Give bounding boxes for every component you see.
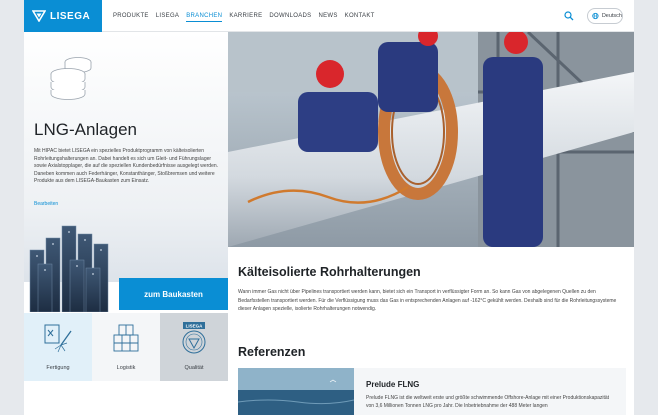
tile-label-qualitaet: Qualität: [184, 365, 204, 371]
tile-label-fertigung: Fertigung: [46, 365, 70, 371]
nav-item-lisega[interactable]: LISEGA: [156, 11, 179, 21]
language-selector[interactable]: Deutsch: [587, 8, 623, 24]
svg-text:LISEGA: LISEGA: [186, 324, 204, 329]
reference-image: [238, 368, 354, 415]
main-nav: PRODUKTE LISEGA BRANCHEN KARRIERE DOWNLO…: [113, 0, 375, 32]
baukasten-cubes-graphic: [29, 225, 109, 312]
search-icon[interactable]: [564, 11, 574, 21]
service-tiles: Fertigung Logistik LISEGA Qualität: [24, 313, 228, 381]
hero-image: [228, 32, 634, 247]
baukasten-button[interactable]: zum Baukasten: [119, 278, 228, 310]
page-title: LNG-Anlagen: [34, 120, 138, 139]
page: LISEGA PRODUKTE LISEGA BRANCHEN KARRIERE…: [24, 0, 634, 415]
pipe-installation-photo: [228, 32, 634, 247]
nav-item-karriere[interactable]: KARRIERE: [229, 11, 262, 21]
nav-item-news[interactable]: NEWS: [318, 11, 337, 21]
quality-seal-icon: LISEGA: [182, 322, 206, 354]
tile-logistik[interactable]: Logistik: [92, 313, 160, 381]
nav-item-kontakt[interactable]: KONTAKT: [345, 11, 375, 21]
nav-item-downloads[interactable]: DOWNLOADS: [269, 11, 311, 21]
logo-text: LISEGA: [50, 10, 91, 22]
sidebar: LNG-Anlagen Mit HIPAC bietet LISEGA ein …: [24, 32, 228, 415]
edit-link[interactable]: Bearbeiten: [34, 201, 58, 207]
manufacturing-icon: [44, 324, 72, 353]
tile-fertigung[interactable]: Fertigung: [24, 313, 92, 381]
section-title: Kälteisolierte Rohrhalterungen: [238, 265, 421, 279]
logistics-icon: [113, 324, 139, 352]
site-header: LISEGA PRODUKTE LISEGA BRANCHEN KARRIERE…: [24, 0, 634, 32]
tile-qualitaet[interactable]: LISEGA Qualität: [160, 313, 228, 381]
section-text: Wann immer Gas nicht über Pipelines tran…: [238, 289, 617, 313]
reference-card[interactable]: Prelude FLNG Prelude FLNG ist die weltwe…: [238, 368, 626, 415]
tile-label-logistik: Logistik: [116, 365, 136, 371]
lisega-logo[interactable]: LISEGA: [24, 0, 102, 32]
language-label: Deutsch: [601, 13, 622, 19]
intro-panel: LNG-Anlagen Mit HIPAC bietet LISEGA ein …: [24, 32, 228, 312]
reference-text: Prelude FLNG ist die weltweit erste und …: [366, 395, 610, 409]
references-title: Referenzen: [238, 345, 306, 359]
nav-item-branchen[interactable]: BRANCHEN: [186, 11, 223, 22]
nav-item-produkte[interactable]: PRODUKTE: [113, 11, 149, 21]
lisega-logo-icon: [32, 10, 46, 22]
globe-icon: [592, 12, 599, 20]
lng-tank-icon: [50, 57, 92, 100]
reference-name: Prelude FLNG: [366, 380, 420, 389]
intro-text: Mit HIPAC bietet LISEGA ein spezielles P…: [34, 148, 219, 185]
